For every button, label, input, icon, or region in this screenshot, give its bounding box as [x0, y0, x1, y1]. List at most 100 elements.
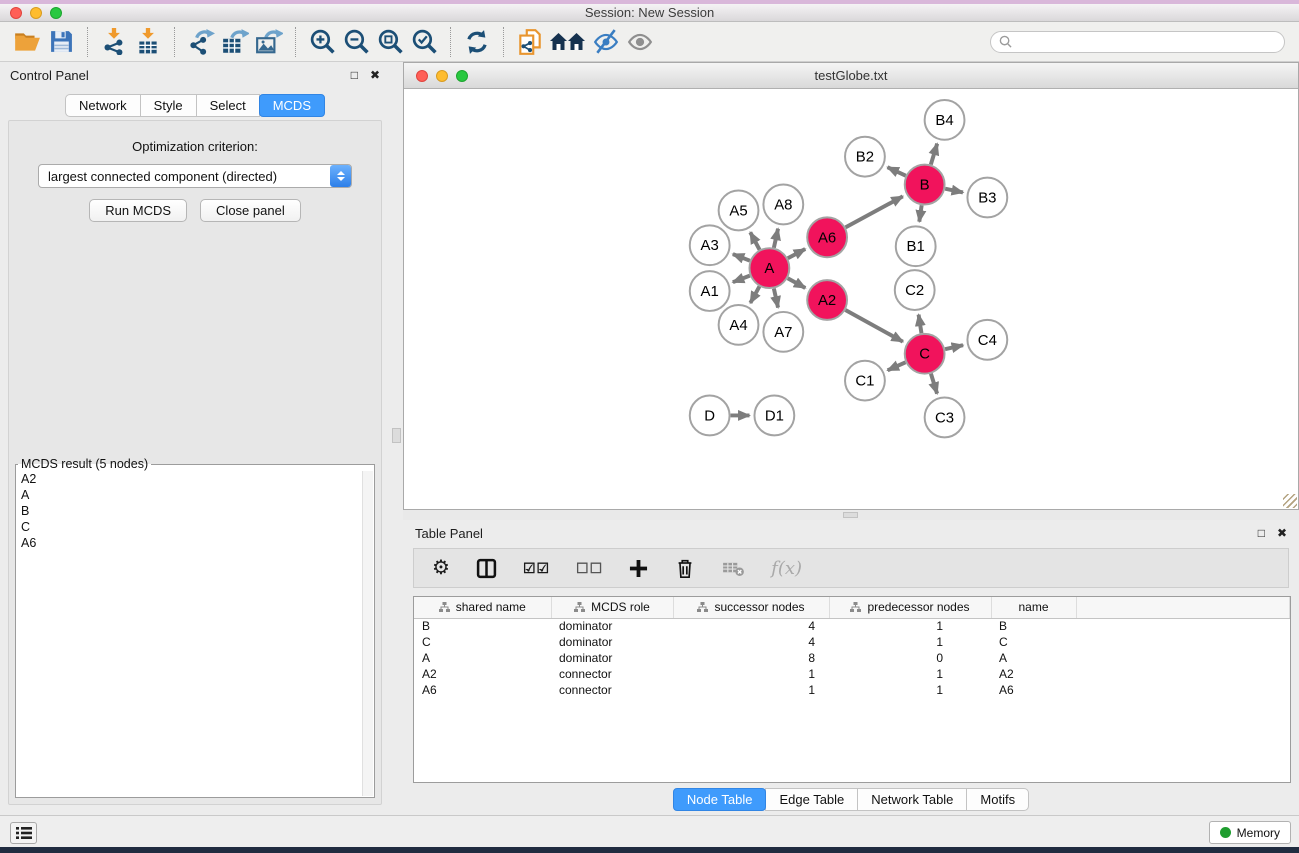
graph-node-B3[interactable]: B3 [967, 178, 1007, 218]
graph-node-C2[interactable]: C2 [895, 270, 935, 310]
refresh-button[interactable] [460, 26, 494, 58]
splitter-grip[interactable] [392, 428, 401, 443]
tab-network-table[interactable]: Network Table [857, 788, 967, 811]
export-table-button[interactable] [218, 26, 252, 58]
result-item[interactable]: A [17, 487, 362, 503]
result-item[interactable]: B [17, 503, 362, 519]
tab-node-table[interactable]: Node Table [673, 788, 767, 811]
graph-node-B[interactable]: B [905, 165, 945, 205]
network-canvas[interactable]: B4B2BB3A8A5A6A3B1AA1C2A2A4A7C4CC1DD1C3 [405, 89, 1297, 508]
table-cell[interactable]: A6 [414, 682, 551, 698]
graph-edge-C-C3[interactable] [931, 374, 937, 394]
table-cell[interactable]: 1 [829, 634, 991, 650]
deselect-all-icon[interactable]: ☐☐ [576, 561, 603, 575]
show-panels-list-button[interactable] [10, 822, 37, 844]
graph-edge-B-B1[interactable] [919, 205, 921, 221]
search-box[interactable] [990, 31, 1285, 53]
table-cell[interactable]: 1 [673, 666, 829, 682]
graph-edge-C-C4[interactable] [945, 345, 963, 349]
graph-node-A2[interactable]: A2 [807, 280, 847, 320]
graph-edge-B-B3[interactable] [945, 189, 963, 193]
table-cell[interactable]: 1 [829, 682, 991, 698]
column-header[interactable]: predecessor nodes [829, 597, 991, 618]
graph-edge-A-A7[interactable] [774, 289, 778, 308]
graph-node-B2[interactable]: B2 [845, 137, 885, 177]
table-cell[interactable]: 0 [829, 650, 991, 666]
graph-node-C3[interactable]: C3 [925, 398, 965, 438]
table-cell[interactable]: A [991, 650, 1076, 666]
graph-node-A8[interactable]: A8 [763, 185, 803, 225]
table-settings-gear-icon[interactable]: ⚙ [432, 558, 450, 578]
close-panel-icon[interactable]: ✖ [1277, 527, 1287, 539]
function-builder-button[interactable]: f(x) [771, 558, 802, 579]
table-cell[interactable]: connector [551, 666, 673, 682]
close-panel-button[interactable]: Close panel [200, 199, 301, 222]
table-cell[interactable]: connector [551, 682, 673, 698]
graph-node-C4[interactable]: C4 [967, 320, 1007, 360]
table-cell[interactable]: 1 [829, 618, 991, 634]
open-session-button[interactable] [10, 26, 44, 58]
delete-table-icon[interactable] [722, 560, 745, 577]
result-item[interactable]: C [17, 519, 362, 535]
export-image-button[interactable] [252, 26, 286, 58]
result-item[interactable]: A2 [17, 471, 362, 487]
vertical-splitter[interactable] [390, 62, 403, 815]
graph-edge-A2-C[interactable] [845, 310, 902, 342]
table-cell[interactable]: A6 [991, 682, 1076, 698]
add-column-icon[interactable] [629, 559, 648, 578]
table-cell[interactable]: B [991, 618, 1076, 634]
table-cell[interactable]: 8 [673, 650, 829, 666]
table-cell[interactable]: A2 [414, 666, 551, 682]
splitter-grip[interactable] [843, 512, 858, 518]
table-cell[interactable]: 1 [673, 682, 829, 698]
close-panel-icon[interactable]: ✖ [370, 69, 380, 81]
float-panel-icon[interactable]: □ [1258, 527, 1265, 539]
graph-node-A7[interactable]: A7 [763, 312, 803, 352]
table-row[interactable]: Adominator80A [414, 650, 1290, 666]
graph-node-A1[interactable]: A1 [690, 271, 730, 311]
tab-motifs[interactable]: Motifs [966, 788, 1029, 811]
graph-edge-C-C2[interactable] [919, 315, 922, 334]
column-header[interactable]: shared name [414, 597, 551, 618]
table-cell[interactable]: B [414, 618, 551, 634]
graph-node-A[interactable]: A [749, 248, 789, 288]
table-cell[interactable]: C [991, 634, 1076, 650]
graph-node-D[interactable]: D [690, 396, 730, 436]
zoom-out-button[interactable] [339, 26, 373, 58]
window-resize-grip[interactable] [1283, 494, 1297, 508]
column-header[interactable]: name [991, 597, 1076, 618]
graph-node-A6[interactable]: A6 [807, 217, 847, 257]
column-header[interactable]: MCDS role [551, 597, 673, 618]
table-cell[interactable]: A [414, 650, 551, 666]
table-cell[interactable]: 4 [673, 618, 829, 634]
table-row[interactable]: Bdominator41B [414, 618, 1290, 634]
table-cell[interactable]: dominator [551, 650, 673, 666]
column-header[interactable]: successor nodes [673, 597, 829, 618]
zoom-fit-button[interactable] [373, 26, 407, 58]
graph-node-B1[interactable]: B1 [896, 226, 936, 266]
search-input[interactable] [1017, 35, 1276, 49]
criterion-dropdown[interactable]: largest connected component (directed) [38, 164, 352, 188]
export-network-button[interactable] [184, 26, 218, 58]
graph-edge-A-A4[interactable] [750, 286, 759, 303]
result-scrollbar[interactable] [362, 471, 373, 796]
graph-edge-A-A2[interactable] [788, 278, 806, 288]
float-panel-icon[interactable]: □ [351, 69, 358, 81]
tab-style[interactable]: Style [140, 94, 197, 117]
save-session-button[interactable] [44, 26, 78, 58]
select-all-icon[interactable]: ☑☑ [523, 561, 550, 575]
zoom-selected-button[interactable] [407, 26, 441, 58]
duplicate-network-button[interactable] [513, 26, 547, 58]
graph-node-A4[interactable]: A4 [719, 305, 759, 345]
graph-node-D1[interactable]: D1 [754, 396, 794, 436]
graph-edge-C-C1[interactable] [888, 362, 906, 370]
horizontal-splitter[interactable] [403, 510, 1299, 520]
hide-graphics-details-button[interactable] [589, 26, 623, 58]
table-cell[interactable]: dominator [551, 634, 673, 650]
table-cell[interactable]: A2 [991, 666, 1076, 682]
result-item[interactable]: A6 [17, 535, 362, 551]
table-cell[interactable]: C [414, 634, 551, 650]
table-cell[interactable]: dominator [551, 618, 673, 634]
table-cell[interactable]: 1 [829, 666, 991, 682]
tab-edge-table[interactable]: Edge Table [765, 788, 858, 811]
